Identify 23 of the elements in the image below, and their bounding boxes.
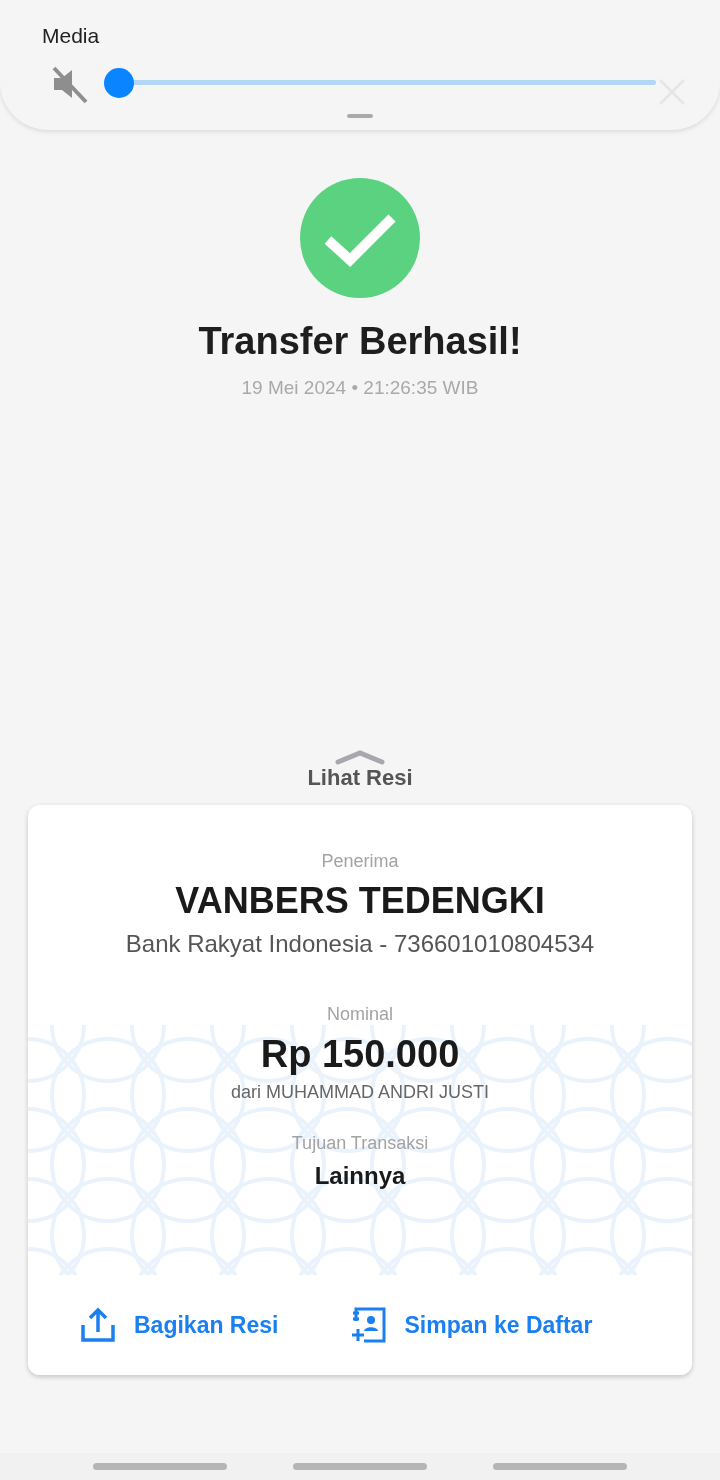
recipient-name: VANBERS TEDENGKI [175,880,545,922]
share-receipt-button[interactable]: Bagikan Resi [80,1307,279,1343]
nav-button[interactable] [293,1463,427,1470]
contact-add-icon [350,1307,387,1343]
amount-value: Rp 150.000 [260,1033,460,1076]
drag-handle[interactable] [347,114,373,118]
nav-button[interactable] [93,1463,227,1470]
purpose-label: Tujuan Transaksi [291,1133,429,1154]
recipient-account: Bank Rakyat Indonesia - 736601010804534 [125,930,595,958]
recipient-label: Penerima [321,851,399,872]
amount-label: Nominal [327,1004,393,1025]
success-check-icon [300,178,420,298]
result-title: Transfer Berhasil! [198,320,522,363]
nav-button[interactable] [493,1463,627,1470]
share-icon [80,1307,116,1343]
save-to-list-button[interactable]: Simpan ke Daftar [350,1307,593,1343]
purpose-value: Lainnya [314,1162,406,1190]
transaction-date: 19 Mei 2024 • 21:26:35 WIB [241,377,479,399]
slider-thumb[interactable] [104,68,134,98]
chevron-up-icon[interactable] [335,749,385,765]
panel-label: Media [42,24,100,48]
sender-name: dari MUHAMMAD ANDRI JUSTI [231,1082,489,1103]
view-receipt-toggle[interactable]: Lihat Resi [307,765,413,791]
